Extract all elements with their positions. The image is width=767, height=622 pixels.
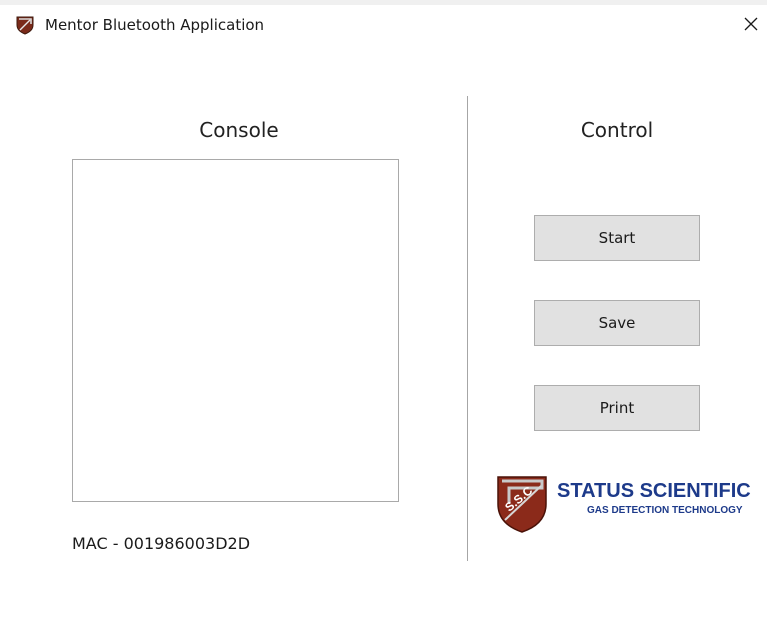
control-heading: Control	[580, 118, 654, 142]
ssc-shield-icon: S.S.C	[495, 474, 549, 534]
close-icon	[743, 16, 759, 36]
logo-tagline: GAS DETECTION TECHNOLOGY	[587, 505, 743, 516]
vertical-divider	[467, 96, 468, 561]
console-heading: Console	[199, 118, 279, 142]
shield-logo-icon	[15, 15, 35, 35]
window-title: Mentor Bluetooth Application	[45, 16, 265, 34]
logo-company-name: STATUS SCIENTIFIC	[557, 480, 751, 502]
close-button[interactable]	[736, 9, 766, 43]
console-output[interactable]	[72, 159, 399, 502]
start-button[interactable]: Start	[534, 215, 700, 261]
title-bar[interactable]: Mentor Bluetooth Application	[0, 5, 767, 49]
mac-address-label: MAC - 001986003D2D	[72, 534, 251, 553]
company-logo: S.S.C STATUS SCIENTIFIC GAS DETECTION TE…	[495, 474, 755, 536]
print-button[interactable]: Print	[534, 385, 700, 431]
save-button[interactable]: Save	[534, 300, 700, 346]
app-window: Mentor Bluetooth Application Console Con…	[0, 0, 767, 622]
